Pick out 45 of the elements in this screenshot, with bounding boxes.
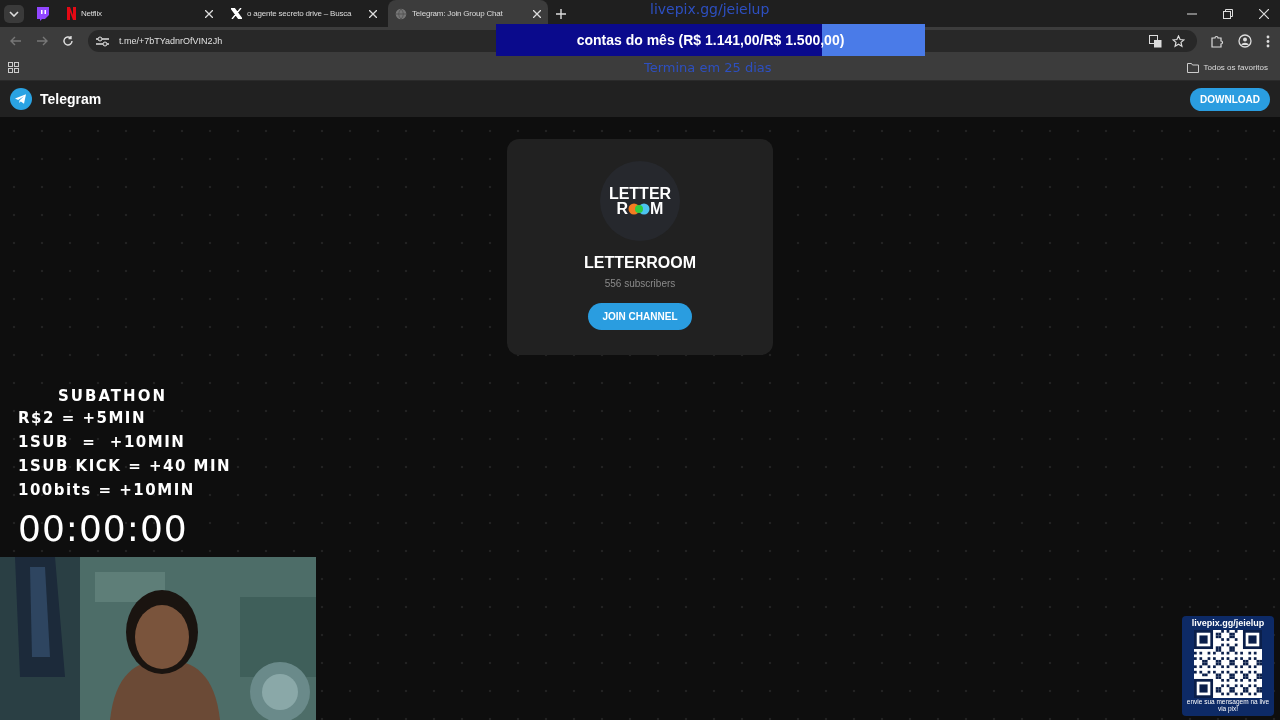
close-icon[interactable] [1259, 8, 1269, 19]
circles-icon [628, 202, 651, 215]
telegram-logo-icon[interactable] [10, 88, 32, 110]
channel-avatar: LETTER R M [600, 161, 680, 241]
apps-grid-icon[interactable] [8, 62, 19, 73]
minimize-icon[interactable] [1187, 12, 1197, 15]
bookmarks-folder[interactable]: Todos os favoritos [1186, 62, 1268, 73]
folder-icon [1186, 62, 1199, 73]
twitch-icon [35, 6, 49, 21]
star-icon[interactable] [1172, 34, 1185, 48]
site-settings-icon[interactable] [96, 35, 109, 47]
subathon-rule: 100bits = +10MIN [18, 480, 196, 501]
close-icon[interactable] [205, 9, 213, 18]
x-logo-icon [231, 8, 242, 19]
netflix-icon [67, 7, 76, 20]
globe-icon [395, 7, 407, 20]
tab-title: o agente secreto drive – Busca [247, 9, 353, 18]
subathon-rule: 1SUB KICK = +40 MIN [18, 456, 232, 477]
reload-icon[interactable] [62, 35, 74, 47]
subscriber-count: 556 subscribers [604, 278, 676, 289]
goal-deadline: Termina em 25 dias [644, 60, 772, 75]
back-icon[interactable] [10, 35, 22, 47]
subathon-rule: 1SUB = +10MIN [18, 432, 187, 453]
timer: 00:00:00 [18, 508, 189, 549]
brand-name: Telegram [40, 91, 102, 107]
new-tab-icon[interactable] [556, 8, 566, 19]
tab-search-button[interactable] [4, 4, 24, 23]
caret-icon [9, 10, 19, 17]
subathon-rule: R$2 = +5MIN [18, 408, 147, 429]
subathon-title: SUBATHON [57, 386, 168, 406]
forward-icon[interactable] [36, 35, 48, 47]
browser-tab[interactable]: o agente secreto drive – Busca [224, 0, 384, 27]
close-icon[interactable] [369, 9, 377, 18]
goal-text: contas do mês (R$ 1.141,00/R$ 1.500,00) [576, 32, 845, 48]
close-icon[interactable] [533, 9, 541, 18]
puzzle-icon[interactable] [1211, 34, 1224, 48]
channel-title: LETTERROOM [584, 254, 696, 272]
browser-tab[interactable]: Telegram: Join Group Chat [388, 0, 548, 27]
profile-icon[interactable] [1238, 34, 1252, 48]
tab-title: Telegram: Join Group Chat [412, 9, 504, 18]
translate-icon[interactable] [1149, 34, 1162, 48]
restore-icon[interactable] [1223, 8, 1233, 19]
browser-tab[interactable]: Netflix [60, 0, 220, 27]
menu-icon[interactable] [1266, 34, 1270, 48]
tab-title: Netflix [81, 9, 103, 18]
